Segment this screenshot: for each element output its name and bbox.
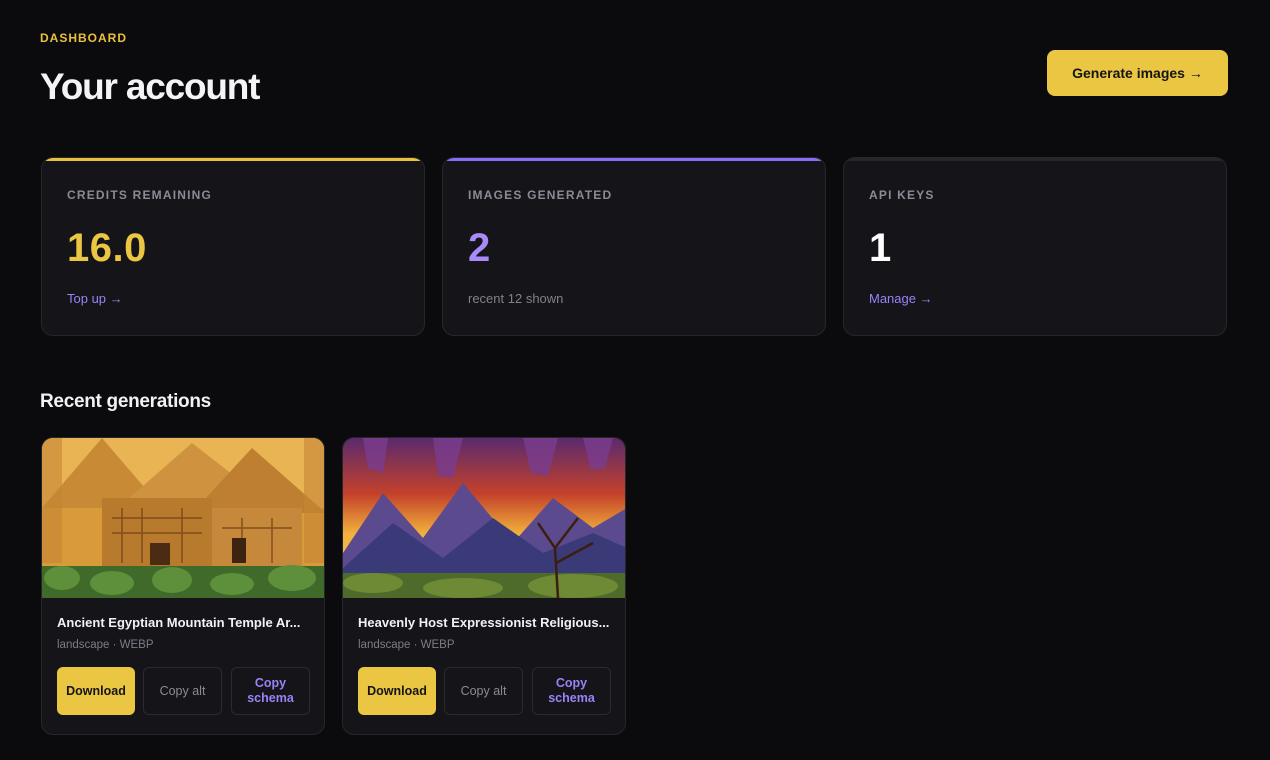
top-up-link[interactable]: Top up → xyxy=(67,291,123,306)
api-keys-value: 1 xyxy=(869,226,892,270)
egyptian-temple-thumbnail[interactable] xyxy=(42,438,324,598)
generation-card: Heavenly Host Expressionist Religious...… xyxy=(342,437,626,735)
api-keys-accent-bar xyxy=(844,158,1226,161)
images-generated-value: 2 xyxy=(468,226,491,270)
generate-images-button[interactable]: Generate images → xyxy=(1047,50,1228,96)
credits-accent-bar xyxy=(42,158,424,161)
copy-schema-button[interactable]: Copy schema xyxy=(532,667,611,715)
manage-keys-link[interactable]: Manage → xyxy=(869,291,933,306)
download-button[interactable]: Download xyxy=(358,667,436,715)
page-eyebrow: DASHBOARD xyxy=(40,31,127,45)
images-generated-label: IMAGES GENERATED xyxy=(468,188,613,202)
dashboard-page: DASHBOARD Your account Generate images →… xyxy=(0,0,1270,760)
download-button[interactable]: Download xyxy=(57,667,135,715)
api-keys-card: API KEYS 1 Manage → xyxy=(843,157,1227,336)
credits-label: CREDITS REMAINING xyxy=(67,188,213,202)
images-generated-card: IMAGES GENERATED 2 recent 12 shown xyxy=(442,157,826,336)
copy-alt-button[interactable]: Copy alt xyxy=(444,667,523,715)
copy-schema-button[interactable]: Copy schema xyxy=(231,667,310,715)
generation-meta: landscape · WEBP xyxy=(358,639,455,651)
generation-meta: landscape · WEBP xyxy=(57,639,154,651)
images-generated-subtext: recent 12 shown xyxy=(468,291,564,306)
mountain-sunset-thumbnail[interactable] xyxy=(343,438,625,598)
credits-value: 16.0 xyxy=(67,226,147,270)
credits-card: CREDITS REMAINING 16.0 Top up → xyxy=(41,157,425,336)
page-title: Your account xyxy=(40,66,260,107)
generation-title: Heavenly Host Expressionist Religious... xyxy=(358,615,610,630)
generation-card: Ancient Egyptian Mountain Temple Ar... l… xyxy=(41,437,325,735)
api-keys-label: API KEYS xyxy=(869,188,935,202)
recent-generations-title: Recent generations xyxy=(40,391,211,412)
images-accent-bar xyxy=(443,158,825,161)
copy-alt-button[interactable]: Copy alt xyxy=(143,667,222,715)
generation-title: Ancient Egyptian Mountain Temple Ar... xyxy=(57,615,301,630)
